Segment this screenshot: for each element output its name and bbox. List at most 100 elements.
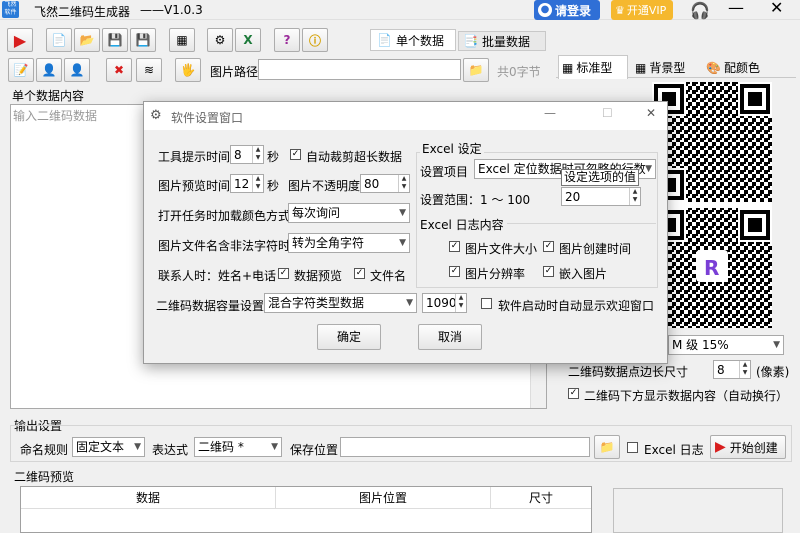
scan-button[interactable]: ▦ <box>169 28 195 52</box>
cancel-button[interactable]: 取消 <box>418 324 482 350</box>
excel-group-title: Excel 设定 <box>420 140 484 157</box>
save-button[interactable]: 💾 <box>102 28 128 52</box>
clear-button[interactable]: ✖ <box>106 58 132 82</box>
vip-button[interactable]: ♛ 开通VIP <box>611 0 673 20</box>
excel-button[interactable]: X <box>235 28 261 52</box>
settings-button[interactable]: ⚙ <box>207 28 233 52</box>
save-location-input[interactable] <box>340 437 590 457</box>
spin-arrows-icon[interactable]: ▲ ▼ <box>398 175 409 192</box>
excel-log-group-title: Excel 日志内容 <box>420 216 507 233</box>
illegal-char-select[interactable]: 转为全角字符 ▼ <box>288 233 410 253</box>
qr-background-icon: ▦ <box>635 60 647 75</box>
info-button[interactable]: ⓘ <box>302 28 328 52</box>
log-res-checkbox[interactable]: ✓ <box>449 266 460 277</box>
spin-arrows-icon[interactable]: ▲ ▼ <box>252 146 263 163</box>
ecc-select[interactable]: M 级 15% ▼ <box>668 335 784 355</box>
welcome-checkbox[interactable] <box>481 298 492 309</box>
image-hand-icon: 🖐 <box>180 63 196 77</box>
new-button[interactable]: 📄 <box>46 28 72 52</box>
palette-icon: 🎨 <box>706 60 721 75</box>
app-title: 飞然二维码生成器 <box>34 5 131 19</box>
image-button[interactable]: 🖐 <box>175 58 201 82</box>
log-embed-label: 嵌入图片 <box>559 267 608 281</box>
show-text-checkbox[interactable]: ✓ <box>568 388 579 399</box>
setting-item-label: 设置项目 <box>420 165 469 179</box>
tab-single[interactable]: 📄 单个数据 <box>370 29 456 51</box>
data-preview-label: 数据预览 <box>294 269 343 283</box>
browse-save-button[interactable]: 📁 <box>594 435 620 459</box>
chevron-down-icon: ▼ <box>399 238 406 248</box>
range-spin[interactable]: 20 ▲ ▼ <box>561 187 641 206</box>
app-logo: 飞然软件 <box>2 1 19 18</box>
spin-arrows-icon[interactable]: ▲ ▼ <box>629 188 640 205</box>
color-mode-select[interactable]: 每次询问 ▼ <box>288 203 410 223</box>
documents-icon: 📑 <box>463 34 478 48</box>
spin-arrows-icon[interactable]: ▲ ▼ <box>252 175 263 192</box>
info-icon: ⓘ <box>308 33 321 48</box>
chevron-down-icon: ▼ <box>399 208 406 218</box>
ok-button[interactable]: 确定 <box>317 324 381 350</box>
tab-color[interactable]: 🎨 配颜色 <box>703 57 773 78</box>
close-button[interactable]: ✕ <box>646 106 656 120</box>
column-header[interactable]: 尺寸 <box>491 487 591 508</box>
image-path-input[interactable] <box>258 59 461 80</box>
save-icon: 💾 <box>107 33 123 47</box>
single-group-title: 单个数据内容 <box>12 89 85 103</box>
dot-size-spin[interactable]: 8 ▲ ▼ <box>713 360 751 379</box>
contact-button[interactable]: 👤 <box>36 58 62 82</box>
chevron-down-icon: ▼ <box>645 164 652 174</box>
tooltip-time-label: 工具提示时间 <box>158 150 231 164</box>
tooltip-time-spin[interactable]: 8 ▲ ▼ <box>230 145 264 164</box>
tooltip-popup: 设定选项的值 <box>561 169 640 186</box>
preview-time-spin[interactable]: 12 ▲ ▼ <box>230 174 264 193</box>
help-book-icon: ? <box>283 33 291 47</box>
excel-log-label: Excel 日志 <box>644 443 704 457</box>
auto-crop-checkbox[interactable]: ✓ <box>290 149 301 160</box>
column-header[interactable]: 数据 <box>21 487 276 508</box>
file-name-checkbox[interactable]: ✓ <box>354 268 365 279</box>
chevron-down-icon: ▼ <box>271 442 278 452</box>
close-button[interactable]: ✕ <box>770 0 783 17</box>
minimize-button[interactable]: — <box>728 0 744 17</box>
illegal-char-label: 图片文件名含非法字符时 <box>158 239 291 253</box>
data-preview-checkbox[interactable]: ✓ <box>278 268 289 279</box>
login-button[interactable]: ● 请登录 <box>534 0 600 20</box>
log-ctime-checkbox[interactable]: ✓ <box>543 241 554 252</box>
excel-log-checkbox[interactable] <box>627 442 638 453</box>
preview-group-title: 二维码预览 <box>14 470 75 484</box>
log-size-checkbox[interactable]: ✓ <box>449 241 460 252</box>
save-location-label: 保存位置 <box>290 443 339 457</box>
text-file-icon: 📝 <box>13 63 29 77</box>
file-name-label: 文件名 <box>370 269 407 283</box>
run-button[interactable]: ▶ <box>7 28 33 52</box>
auto-crop-label: 自动裁剪超长数据 <box>306 150 403 164</box>
spin-arrows-icon[interactable]: ▲ ▼ <box>455 294 466 312</box>
capacity-spin[interactable]: 1090 ▲ ▼ <box>422 293 467 313</box>
opacity-spin[interactable]: 80 ▲ ▼ <box>360 174 410 193</box>
text-button[interactable]: 📝 <box>8 58 34 82</box>
headset-icon[interactable]: 🎧 <box>690 1 710 20</box>
qr-scan-icon: ▦ <box>176 33 188 47</box>
browse-image-button[interactable]: 📁 <box>463 58 489 82</box>
log-embed-checkbox[interactable]: ✓ <box>543 266 554 277</box>
expr-select[interactable]: 二维码 * ▼ <box>194 437 282 457</box>
settings-dialog: ⚙ 软件设置窗口 — ☐ ✕ 工具提示时间 8 ▲ ▼ 秒 ✓ 自动裁剪超长数据 图… <box>143 101 668 364</box>
help-button[interactable]: ? <box>274 28 300 52</box>
wifi-icon: ≋ <box>143 63 155 77</box>
tab-batch[interactable]: 📑 批量数据 <box>458 31 546 51</box>
start-create-button[interactable]: ▶ 开始创建 <box>710 435 786 459</box>
maximize-button[interactable]: ☐ <box>602 106 613 120</box>
tab-standard[interactable]: ▦ 标准型 <box>558 55 628 79</box>
save-as-button[interactable]: 💾 <box>130 28 156 52</box>
wifi-button[interactable]: ≋ <box>136 58 162 82</box>
contact-import-button[interactable]: 👤 <box>64 58 90 82</box>
log-ctime-label: 图片创建时间 <box>559 242 632 256</box>
chevron-down-icon: ▼ <box>773 340 780 350</box>
naming-select[interactable]: 固定文本 ▼ <box>72 437 145 457</box>
spin-arrows-icon[interactable]: ▲ ▼ <box>739 361 750 378</box>
capacity-mode-select[interactable]: 混合字符类型数据 ▼ <box>264 293 417 313</box>
open-button[interactable]: 📂 <box>74 28 100 52</box>
minimize-button[interactable]: — <box>544 106 556 120</box>
column-header[interactable]: 图片位置 <box>276 487 491 508</box>
tab-background[interactable]: ▦ 背景型 <box>632 57 698 78</box>
